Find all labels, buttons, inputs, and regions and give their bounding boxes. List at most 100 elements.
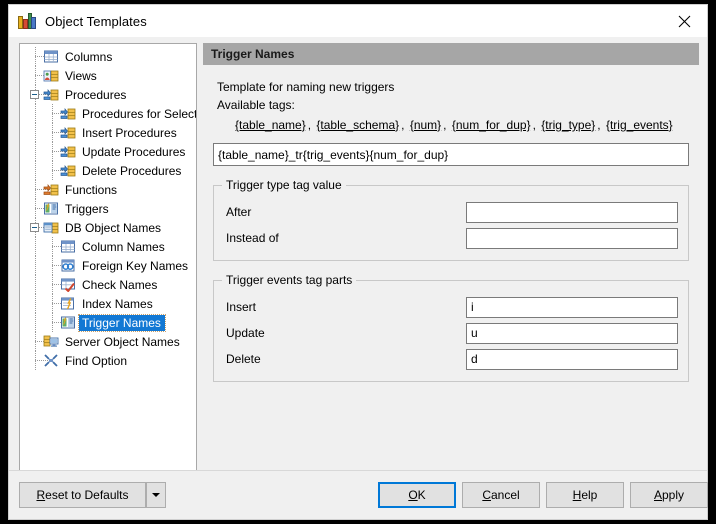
close-button[interactable] xyxy=(661,5,707,37)
tree-expander[interactable] xyxy=(26,85,43,104)
tree-indent-guide xyxy=(43,123,60,142)
tag-link-trig_type[interactable]: {trig_type} xyxy=(541,118,595,132)
foreign-key-icon xyxy=(60,258,76,273)
table-icon xyxy=(43,49,59,64)
tree-item-label: Triggers xyxy=(62,201,113,217)
tree-indent-guide xyxy=(43,294,60,313)
close-icon xyxy=(678,15,691,28)
tree-item-label: Columns xyxy=(62,49,116,65)
tree-indent-guide xyxy=(26,180,43,199)
tree-indent-guide xyxy=(43,104,60,123)
tree-item-insert-procedures[interactable]: Insert Procedures xyxy=(20,123,196,142)
check-icon xyxy=(60,277,76,292)
object-templates-icon xyxy=(18,12,36,30)
tree-expander[interactable] xyxy=(26,218,43,237)
tree-item-procedures[interactable]: Procedures xyxy=(20,85,196,104)
tag-link-table_schema[interactable]: {table_schema} xyxy=(316,118,399,132)
dialog-footer: Reset to Defaults OK Cancel Help Apply xyxy=(9,470,707,519)
pane-title: Trigger Names xyxy=(203,43,699,65)
reset-to-defaults-dropdown[interactable] xyxy=(146,482,166,508)
tag-separator: , xyxy=(531,118,542,132)
tree-item-find-option[interactable]: Find Option xyxy=(20,351,196,370)
cancel-button[interactable]: Cancel xyxy=(462,482,540,508)
db-object-icon xyxy=(43,220,59,235)
procedure-icon xyxy=(60,125,76,140)
tag-separator: , xyxy=(306,118,317,132)
tree-indent-guide xyxy=(26,104,43,123)
tree-item-db-object-names[interactable]: DB Object Names xyxy=(20,218,196,237)
pane-description: Template for naming new triggers xyxy=(217,79,693,95)
tag-link-table_name[interactable]: {table_name} xyxy=(235,118,306,132)
settings-pane: Trigger Names Template for naming new tr… xyxy=(203,43,699,464)
trigger-type-group: Trigger type tag value After Instead of xyxy=(213,178,689,261)
tree-item-label: Update Procedures xyxy=(79,144,189,160)
object-templates-tree[interactable]: Columns Views ProceduresProcedures for Sel… xyxy=(19,43,197,473)
tree-indent-guide xyxy=(26,161,43,180)
minus-square-icon[interactable] xyxy=(30,90,39,99)
tree-item-column-names[interactable]: Column Names xyxy=(20,237,196,256)
tree-item-label: Functions xyxy=(62,182,121,198)
tree-indent-guide xyxy=(43,237,60,256)
view-icon xyxy=(43,68,59,83)
template-input[interactable] xyxy=(213,143,689,166)
tree-indent-guide xyxy=(26,332,43,351)
procedure-icon xyxy=(60,106,76,121)
server-object-icon xyxy=(43,334,59,349)
check-icon xyxy=(60,277,76,292)
tree-item-server-object-names[interactable]: Server Object Names xyxy=(20,332,196,351)
chevron-down-icon xyxy=(152,493,160,497)
update-label: Update xyxy=(222,326,466,340)
insert-input[interactable] xyxy=(466,297,678,318)
tree-indent-guide xyxy=(26,66,43,85)
tree-item-label: Find Option xyxy=(62,353,131,369)
update-input[interactable] xyxy=(466,323,678,344)
tree-item-functions[interactable]: Functions xyxy=(20,180,196,199)
apply-button[interactable]: Apply xyxy=(630,482,708,508)
tree-item-delete-procedures[interactable]: Delete Procedures xyxy=(20,161,196,180)
tree-item-label: Trigger Names xyxy=(79,315,165,331)
tree-item-label: Server Object Names xyxy=(62,334,184,350)
available-tags-label: Available tags: xyxy=(217,97,693,113)
tag-separator: , xyxy=(441,118,452,132)
trigger-events-group: Trigger events tag parts Insert Update D… xyxy=(213,273,689,382)
tree-item-trigger-names[interactable]: Trigger Names xyxy=(20,313,196,332)
tree-item-foreign-key-names[interactable]: Foreign Key Names xyxy=(20,256,196,275)
tree-item-label: Views xyxy=(62,68,101,84)
tree-item-update-procedures[interactable]: Update Procedures xyxy=(20,142,196,161)
db-object-icon xyxy=(43,220,59,235)
reset-to-defaults-button[interactable]: Reset to Defaults xyxy=(19,482,146,508)
instead-of-input[interactable] xyxy=(466,228,678,249)
trigger-icon xyxy=(60,315,76,330)
tree-indent-guide xyxy=(26,275,43,294)
tree-item-index-names[interactable]: Index Names xyxy=(20,294,196,313)
after-input[interactable] xyxy=(466,202,678,223)
tree-indent-guide xyxy=(26,237,43,256)
delete-input[interactable] xyxy=(466,349,678,370)
tree-indent-guide xyxy=(26,47,43,66)
view-icon xyxy=(43,68,59,83)
tree-item-check-names[interactable]: Check Names xyxy=(20,275,196,294)
tree-item-label: Foreign Key Names xyxy=(79,258,192,274)
function-icon xyxy=(43,182,59,197)
tree-item-label: Delete Procedures xyxy=(79,163,185,179)
field-row-after: After xyxy=(222,200,680,224)
tag-link-num[interactable]: {num} xyxy=(410,118,441,132)
ok-button[interactable]: OK xyxy=(378,482,456,508)
tree-item-triggers[interactable]: Triggers xyxy=(20,199,196,218)
tree-item-label: Procedures xyxy=(62,87,130,103)
index-icon xyxy=(60,296,76,311)
tree-indent-guide xyxy=(43,313,60,332)
tree-item-procedures-for-select[interactable]: Procedures for Select xyxy=(20,104,196,123)
tree-item-views[interactable]: Views xyxy=(20,66,196,85)
field-row-insert: Insert xyxy=(222,295,680,319)
trigger-type-legend: Trigger type tag value xyxy=(222,178,346,192)
window-title: Object Templates xyxy=(45,14,147,29)
tree-indent-guide xyxy=(43,161,60,180)
tree-item-columns[interactable]: Columns xyxy=(20,47,196,66)
tag-link-num_for_dup[interactable]: {num_for_dup} xyxy=(452,118,531,132)
tree-item-label: Insert Procedures xyxy=(79,125,181,141)
tag-link-trig_events[interactable]: {trig_events} xyxy=(606,118,673,132)
help-button[interactable]: Help xyxy=(546,482,624,508)
tree-indent-guide xyxy=(26,256,43,275)
minus-square-icon[interactable] xyxy=(30,223,39,232)
